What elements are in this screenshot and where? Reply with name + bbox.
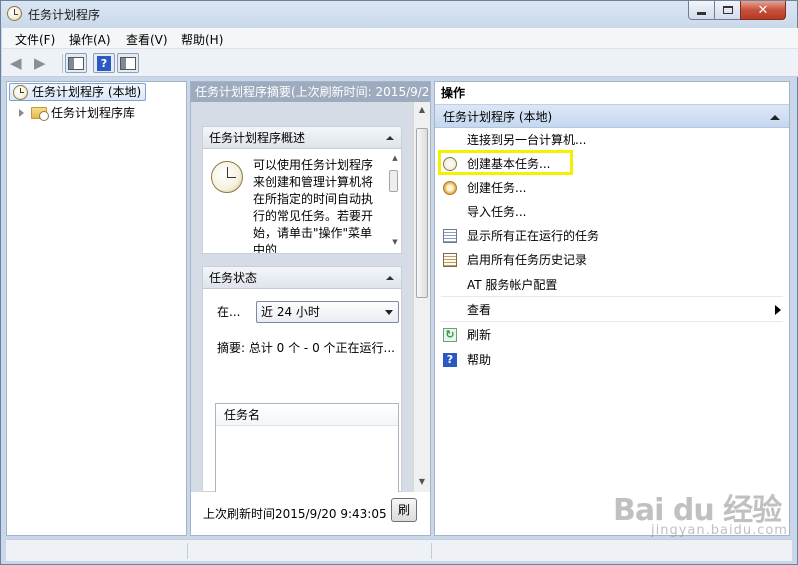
action-connect-computer[interactable]: 连接到另一台计算机... — [435, 128, 789, 152]
menu-bar: 文件(F) 操作(A) 查看(V) 帮助(H) — [2, 28, 798, 49]
refresh-button[interactable]: 刷 — [391, 498, 417, 522]
clock-icon — [13, 85, 28, 100]
tree-root-label: 任务计划程序 (本地) — [32, 85, 142, 99]
action-label: 创建任务... — [467, 181, 527, 195]
tree-child-label: 任务计划程序库 — [51, 106, 136, 120]
help-icon: ? — [97, 55, 111, 71]
period-select-value: 近 24 小时 — [261, 305, 320, 319]
tree-item-task-scheduler-local[interactable]: 任务计划程序 (本地) — [9, 83, 147, 101]
last-refresh-time: 上次刷新时间2015/9/20 9:43:05 — [203, 507, 387, 521]
show-hide-action-pane-button[interactable] — [117, 53, 139, 73]
actions-separator — [441, 296, 783, 297]
action-view[interactable]: 查看 — [435, 298, 789, 322]
forward-arrow-icon[interactable]: ▶ — [34, 55, 52, 71]
actions-group-label: 任务计划程序 (本地) — [443, 110, 553, 124]
task-status-title: 任务状态 — [209, 271, 258, 285]
scroll-up-icon[interactable]: ▲ — [414, 102, 430, 118]
baidu-jingyan-watermark: Bai du 经验 jingyan.baidu.com — [613, 485, 787, 545]
help-icon: ? — [443, 353, 457, 367]
expand-arrow-icon[interactable] — [19, 109, 24, 117]
column-header-task-name[interactable]: 任务名 — [216, 404, 398, 426]
menu-action[interactable]: 操作(A) — [69, 31, 111, 48]
console-tree: 任务计划程序 (本地) 任务计划程序库 — [6, 81, 187, 536]
scroll-down-icon[interactable]: ▼ — [414, 474, 430, 490]
history-icon — [443, 253, 457, 267]
maximize-button[interactable] — [714, 1, 741, 20]
scroll-down-icon[interactable]: ▼ — [387, 234, 403, 250]
collapse-icon[interactable] — [770, 115, 780, 120]
menu-view[interactable]: 查看(V) — [126, 31, 168, 48]
scroll-up-icon[interactable]: ▲ — [387, 150, 403, 166]
action-at-service-config[interactable]: AT 服务帐户配置 — [435, 273, 789, 297]
status-summary: 摘要: 总计 0 个 - 0 个正在运行... — [217, 341, 395, 355]
status-divider — [187, 543, 188, 559]
show-hide-console-tree-button[interactable] — [65, 53, 87, 73]
tree-item-task-library[interactable]: 任务计划程序库 — [19, 104, 135, 122]
collapse-icon[interactable] — [386, 136, 394, 140]
status-divider — [431, 543, 432, 559]
overview-title: 任务计划程序概述 — [209, 131, 306, 145]
minimize-icon — [697, 11, 706, 15]
actions-group-header[interactable]: 任务计划程序 (本地) — [435, 104, 789, 128]
actions-title: 操作 — [435, 82, 789, 104]
summary-scrollbar[interactable]: ▲ ▼ — [413, 102, 430, 492]
create-task-icon — [443, 181, 457, 195]
scroll-thumb[interactable] — [416, 128, 428, 298]
action-label: 查看 — [467, 303, 492, 317]
overview-section-header[interactable]: 任务计划程序概述 — [203, 127, 401, 149]
task-status-section-header[interactable]: 任务状态 — [203, 267, 401, 289]
submenu-arrow-icon — [775, 305, 781, 315]
task-scheduler-clock-icon — [7, 6, 22, 21]
refresh-icon: ↻ — [443, 328, 457, 342]
running-tasks-icon — [443, 229, 457, 243]
toolbar-separator — [62, 54, 63, 73]
task-table: 任务名 — [215, 403, 399, 493]
close-button[interactable]: ✕ — [740, 1, 786, 20]
window-title: 任务计划程序 — [28, 8, 101, 22]
action-label: 显示所有正在运行的任务 — [467, 229, 600, 243]
title-bar: 任务计划程序 ✕ — [1, 1, 797, 27]
action-label: AT 服务帐户配置 — [467, 278, 558, 292]
action-label: 帮助 — [467, 353, 492, 367]
action-show-running-tasks[interactable]: 显示所有正在运行的任务 — [435, 224, 789, 248]
maximize-icon — [722, 6, 733, 14]
summary-footer: 上次刷新时间2015/9/20 9:43:05 刷 — [191, 492, 430, 535]
overview-text: 可以使用任务计划程序来创建和管理计算机将在所指定的时间自动执行的常见任务。若要开… — [253, 158, 373, 253]
toolbar: ◀ ▶ ? — [2, 49, 798, 77]
app-window: 任务计划程序 ✕ 文件(F) 操作(A) 查看(V) 帮助(H) ◀ ▶ ? 任… — [0, 0, 798, 565]
summary-pane: 任务计划程序摘要(上次刷新时间: 2015/9/20 任务计划程序概述 可以使用… — [190, 81, 431, 536]
actions-separator — [441, 321, 783, 322]
action-enable-history[interactable]: 启用所有任务历史记录 — [435, 248, 789, 272]
summary-body: 任务计划程序概述 可以使用任务计划程序来创建和管理计算机将在所指定的时间自动执行… — [191, 102, 430, 493]
action-label: 导入任务... — [467, 205, 527, 219]
back-arrow-icon[interactable]: ◀ — [10, 55, 28, 71]
action-refresh[interactable]: ↻ 刷新 — [435, 323, 789, 347]
minimize-button[interactable] — [688, 1, 715, 20]
action-create-task[interactable]: 创建任务... — [435, 176, 789, 200]
action-import-task[interactable]: 导入任务... — [435, 200, 789, 224]
large-clock-icon — [211, 161, 243, 193]
action-help[interactable]: ? 帮助 — [435, 348, 789, 372]
collapse-icon[interactable] — [386, 276, 394, 280]
action-label: 连接到另一台计算机... — [467, 133, 587, 147]
toolbar-help-button[interactable]: ? — [93, 53, 115, 73]
overview-scrollbar[interactable]: ▲ ▼ — [387, 150, 400, 250]
action-label: 刷新 — [467, 328, 492, 342]
task-status-section: 任务状态 在... 近 24 小时 摘要: 总计 0 个 - 0 个正在运行..… — [202, 266, 402, 493]
dropdown-arrow-icon — [385, 310, 393, 315]
close-icon: ✕ — [757, 2, 769, 18]
watermark-sub: jingyan.baidu.com — [651, 523, 788, 538]
folder-clock-icon — [31, 107, 49, 121]
console-tree-icon — [68, 56, 84, 70]
menu-help[interactable]: 帮助(H) — [181, 31, 223, 48]
action-label: 启用所有任务历史记录 — [467, 253, 588, 267]
summary-header: 任务计划程序摘要(上次刷新时间: 2015/9/20 — [191, 82, 430, 102]
overview-section: 任务计划程序概述 可以使用任务计划程序来创建和管理计算机将在所指定的时间自动执行… — [202, 126, 402, 254]
yellow-highlight-box — [438, 150, 573, 175]
menu-file[interactable]: 文件(F) — [15, 31, 55, 48]
scroll-thumb[interactable] — [389, 170, 398, 192]
period-label: 在... — [217, 305, 241, 319]
period-select[interactable]: 近 24 小时 — [256, 301, 399, 323]
action-pane-icon — [120, 56, 136, 70]
